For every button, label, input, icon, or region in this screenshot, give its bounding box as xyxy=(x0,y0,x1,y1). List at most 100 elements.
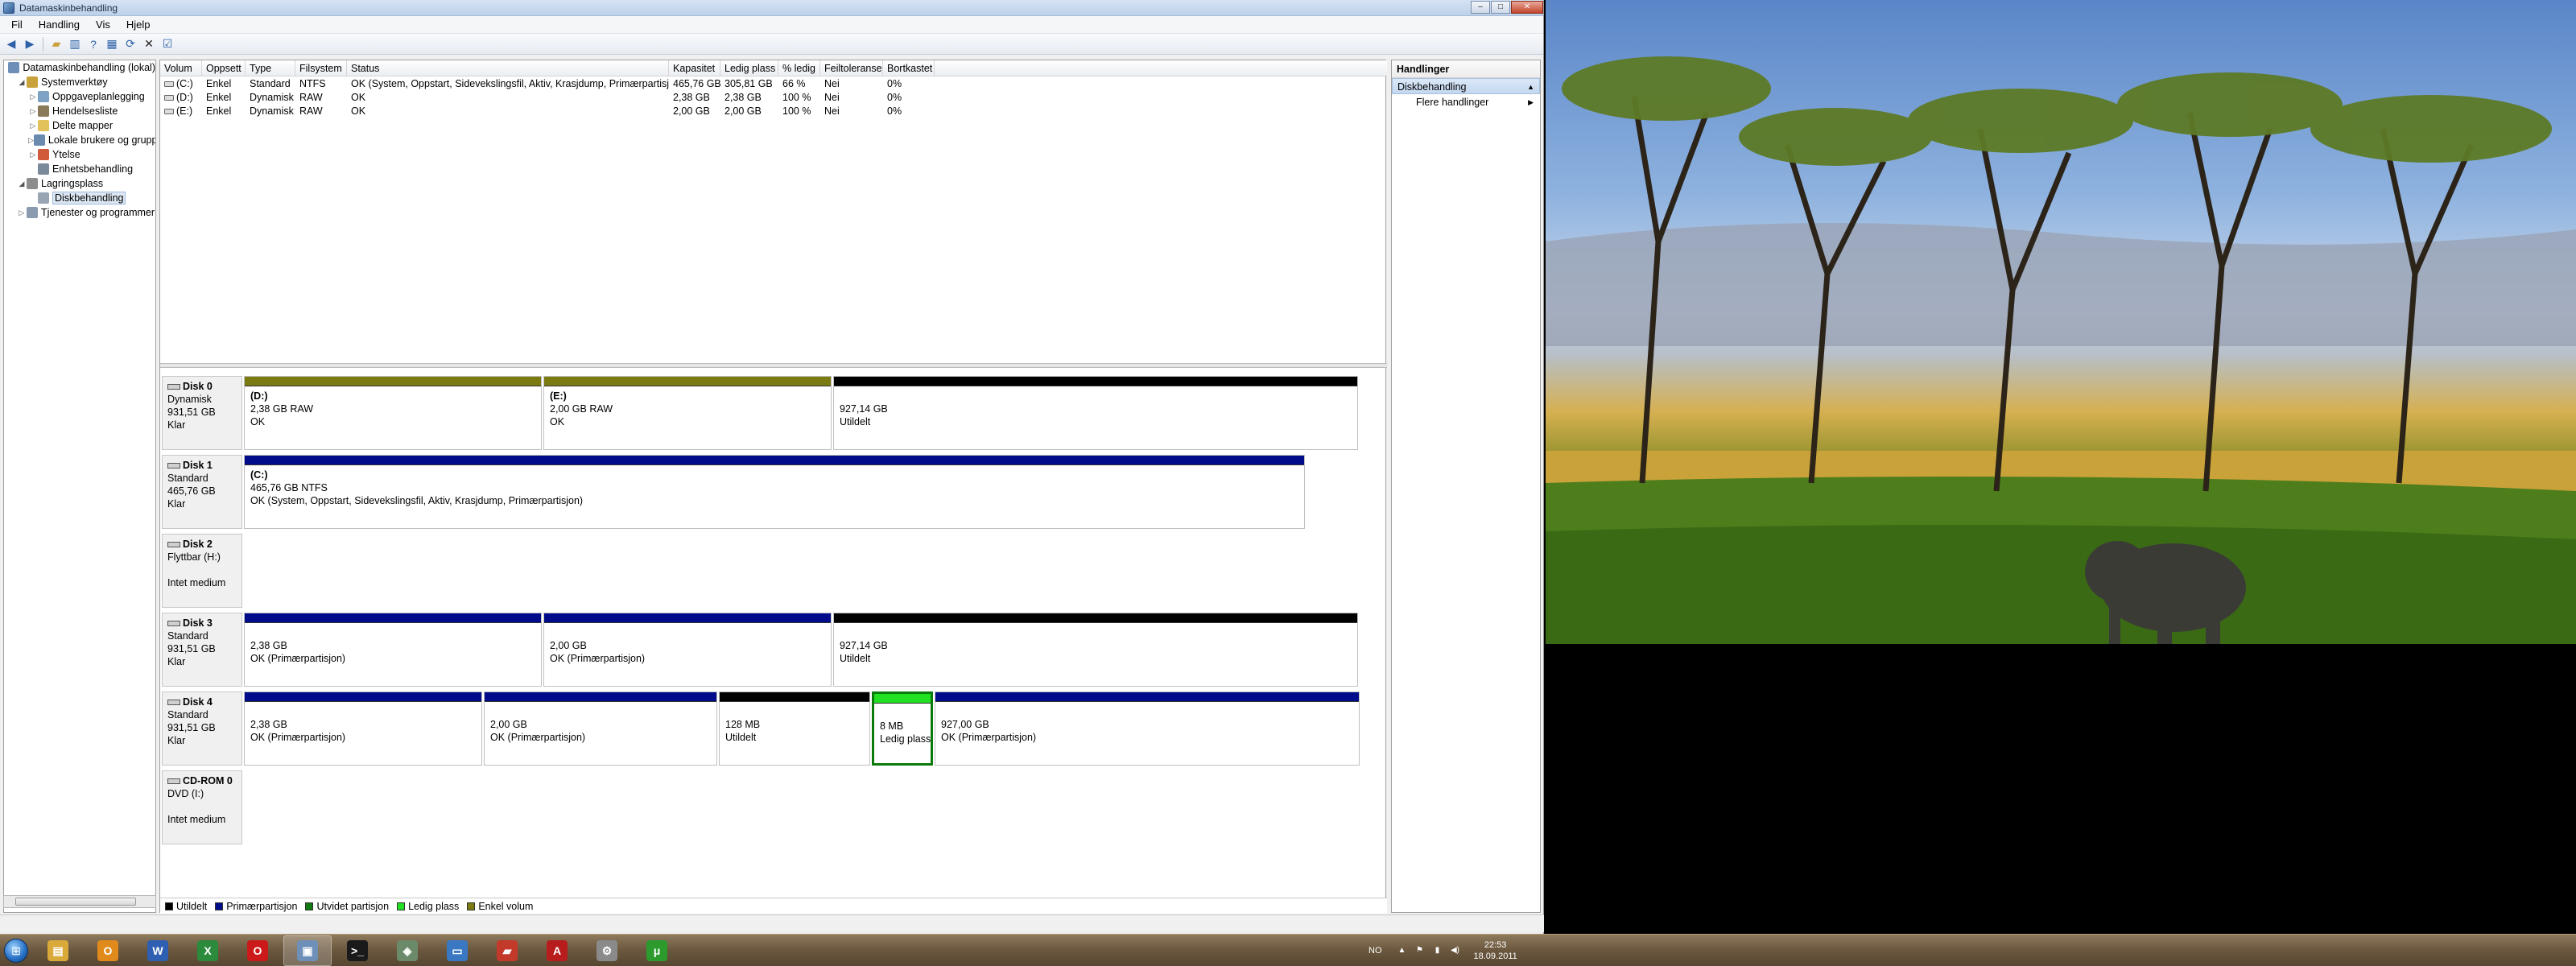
disk-info[interactable]: Disk 3 Standard 931,51 GB Klar xyxy=(162,613,242,687)
tree-item[interactable]: Datamaskinbehandling (lokal) xyxy=(4,60,155,75)
column-header[interactable]: Filsystem xyxy=(295,60,347,76)
table-row[interactable]: (D:) Enkel Dynamisk RAW OK 2,38 GB 2,38 GB 100 … xyxy=(160,90,1387,104)
column-header[interactable]: Volum xyxy=(160,60,202,76)
tree-expander-icon[interactable]: ▷ xyxy=(17,208,27,217)
menu-file[interactable]: Fil xyxy=(3,17,31,32)
back-button[interactable]: ◀ xyxy=(3,36,19,52)
menu-action[interactable]: Handling xyxy=(31,17,88,32)
computer-management-icon: ▣ xyxy=(297,939,318,961)
tree-expander-icon[interactable]: ◢ xyxy=(17,78,27,87)
tree-item[interactable]: ▷ Oppgaveplanlegging xyxy=(4,89,155,104)
partition-block[interactable]: 2,38 GB OK (Primærpartisjon) xyxy=(244,691,482,766)
start-button[interactable]: ⊞ xyxy=(0,935,32,966)
scrollbar-thumb[interactable] xyxy=(15,898,136,906)
disk-info[interactable]: CD-ROM 0 DVD (I:) Intet medium xyxy=(162,770,242,844)
partition-block[interactable]: 128 MB Utildelt xyxy=(719,691,870,766)
show-hidden-icons-icon[interactable]: ▲ xyxy=(1397,946,1408,956)
check-disk-button[interactable]: ☑ xyxy=(159,36,175,52)
tree-expander-icon[interactable]: ▷ xyxy=(28,151,38,159)
excel-taskbar-button[interactable]: X xyxy=(184,935,232,966)
word-taskbar-button[interactable]: W xyxy=(134,935,182,966)
partition-block[interactable]: 927,14 GB Utildelt xyxy=(833,613,1358,687)
partition-text: (E:) 2,00 GB RAW OK xyxy=(544,386,831,428)
rescan-button[interactable]: ⟳ xyxy=(122,36,138,52)
tree-item[interactable]: ▷ Ytelse xyxy=(4,147,155,162)
tree-item[interactable]: ▷ Delte mapper xyxy=(4,118,155,133)
column-header[interactable]: Bortkastet xyxy=(883,60,935,76)
partition-block[interactable]: 2,00 GB OK (Primærpartisjon) xyxy=(543,613,832,687)
partition-block[interactable]: 2,38 GB OK (Primærpartisjon) xyxy=(244,613,542,687)
language-indicator[interactable]: NO xyxy=(1368,946,1382,956)
partition-block[interactable]: (E:) 2,00 GB RAW OK xyxy=(543,376,832,450)
partition-block[interactable]: 927,14 GB Utildelt xyxy=(833,376,1358,450)
explorer-taskbar-button[interactable]: ▤ xyxy=(34,935,82,966)
partition-block[interactable]: (D:) 2,38 GB RAW OK xyxy=(244,376,542,450)
menu-help[interactable]: Hjelp xyxy=(118,17,159,32)
network-icon[interactable]: ▮ xyxy=(1432,946,1443,956)
tree-item[interactable]: ◢ Lagringsplass xyxy=(4,176,155,191)
actions-section-disk-management[interactable]: Diskbehandling ▲ xyxy=(1392,78,1540,94)
partition-block[interactable]: 8 MB Ledig plass xyxy=(872,691,933,766)
tree-horizontal-scrollbar[interactable] xyxy=(3,895,156,908)
acrobat-taskbar-button[interactable]: A xyxy=(533,935,581,966)
settings-taskbar-button[interactable]: ⚙ xyxy=(583,935,631,966)
disk-info[interactable]: Disk 0 Dynamisk 931,51 GB Klar xyxy=(162,376,242,450)
up-folder-button[interactable]: ▰ xyxy=(48,36,64,52)
tree-expander-icon[interactable]: ▷ xyxy=(28,107,38,116)
disk-info[interactable]: Disk 4 Standard 931,51 GB Klar xyxy=(162,691,242,766)
flag-icon[interactable]: ⚑ xyxy=(1414,946,1426,956)
tree-item[interactable]: Enhetsbehandling xyxy=(4,162,155,176)
tree-item[interactable]: Diskbehandling xyxy=(4,191,155,205)
column-header[interactable]: Oppsett xyxy=(202,60,246,76)
maximize-button[interactable]: □ xyxy=(1491,0,1510,14)
more-actions-item[interactable]: Flere handlinger ▶ xyxy=(1392,94,1540,110)
partition-block[interactable]: 927,00 GB OK (Primærpartisjon) xyxy=(935,691,1360,766)
volume-icon[interactable]: ◀) xyxy=(1450,946,1461,956)
column-header[interactable]: Feiltoleranse xyxy=(820,60,883,76)
partition-block[interactable]: 2,00 GB OK (Primærpartisjon) xyxy=(484,691,717,766)
table-cell: 2,38 GB xyxy=(673,91,710,103)
tree-item[interactable]: ▷ Tjenester og programmer xyxy=(4,205,155,220)
truck-taskbar-button[interactable]: ▰ xyxy=(483,935,531,966)
tree-expander-icon[interactable]: ▷ xyxy=(28,93,38,101)
show-hide-tree-button[interactable]: ▥ xyxy=(67,36,83,52)
network-taskbar-button[interactable]: ◈ xyxy=(383,935,431,966)
computer-management-taskbar-button[interactable]: ▣ xyxy=(283,935,332,966)
collapse-caret-icon[interactable]: ▲ xyxy=(1527,79,1534,93)
column-header[interactable]: Kapasitet xyxy=(669,60,720,76)
column-header[interactable]: Status xyxy=(347,60,669,76)
pane-splitter[interactable] xyxy=(160,363,1387,368)
properties-button[interactable]: ▦ xyxy=(104,36,120,52)
help-icon: ? xyxy=(90,37,97,51)
tree-item[interactable]: ▷ Hendelsesliste xyxy=(4,104,155,118)
remote-desktop-taskbar-button[interactable]: ▭ xyxy=(433,935,481,966)
column-header[interactable]: Type xyxy=(246,60,295,76)
table-row[interactable]: (E:) Enkel Dynamisk RAW OK 2,00 GB 2,00 GB 100 … xyxy=(160,104,1387,118)
opera-taskbar-button[interactable]: O xyxy=(233,935,282,966)
outlook-taskbar-button[interactable]: O xyxy=(84,935,132,966)
system-tray: NO ▲ ⚑ ▮ ◀) 22:53 18.09.2011 xyxy=(1368,935,1536,966)
terminal-taskbar-button[interactable]: >_ xyxy=(333,935,382,966)
close-button[interactable]: ✕ xyxy=(1511,0,1543,14)
menu-view[interactable]: Vis xyxy=(88,17,118,32)
utorrent-taskbar-button[interactable]: μ xyxy=(633,935,681,966)
partition-block[interactable]: (C:) 465,76 GB NTFS OK (System, Oppstart, … xyxy=(244,455,1305,529)
tree-expander-icon[interactable]: ◢ xyxy=(17,180,27,188)
table-row[interactable]: (C:) Enkel Standard NTFS OK (System, Oppstar… xyxy=(160,76,1387,90)
tree-item[interactable]: ◢ Systemverktøy xyxy=(4,75,155,89)
delete-button[interactable]: ✕ xyxy=(141,36,157,52)
column-header[interactable]: Ledig plass xyxy=(720,60,778,76)
disk-info[interactable]: Disk 2 Flyttbar (H:) Intet medium xyxy=(162,534,242,608)
disk-info[interactable]: Disk 1 Standard 465,76 GB Klar xyxy=(162,455,242,529)
help-button[interactable]: ? xyxy=(85,36,101,52)
volume-name: (E:) xyxy=(176,105,193,117)
tree-expander-icon[interactable]: ▷ xyxy=(28,122,38,130)
minimize-button[interactable]: – xyxy=(1471,0,1490,14)
forward-button[interactable]: ▶ xyxy=(22,36,38,52)
tree-expander-icon[interactable]: ▷ xyxy=(28,136,34,145)
submenu-arrow-icon: ▶ xyxy=(1528,98,1534,106)
column-header[interactable]: % ledig xyxy=(778,60,820,76)
tree-item[interactable]: ▷ Lokale brukere og grupper xyxy=(4,133,155,147)
partition-type-bar xyxy=(245,377,541,386)
clock[interactable]: 22:53 18.09.2011 xyxy=(1474,939,1517,962)
